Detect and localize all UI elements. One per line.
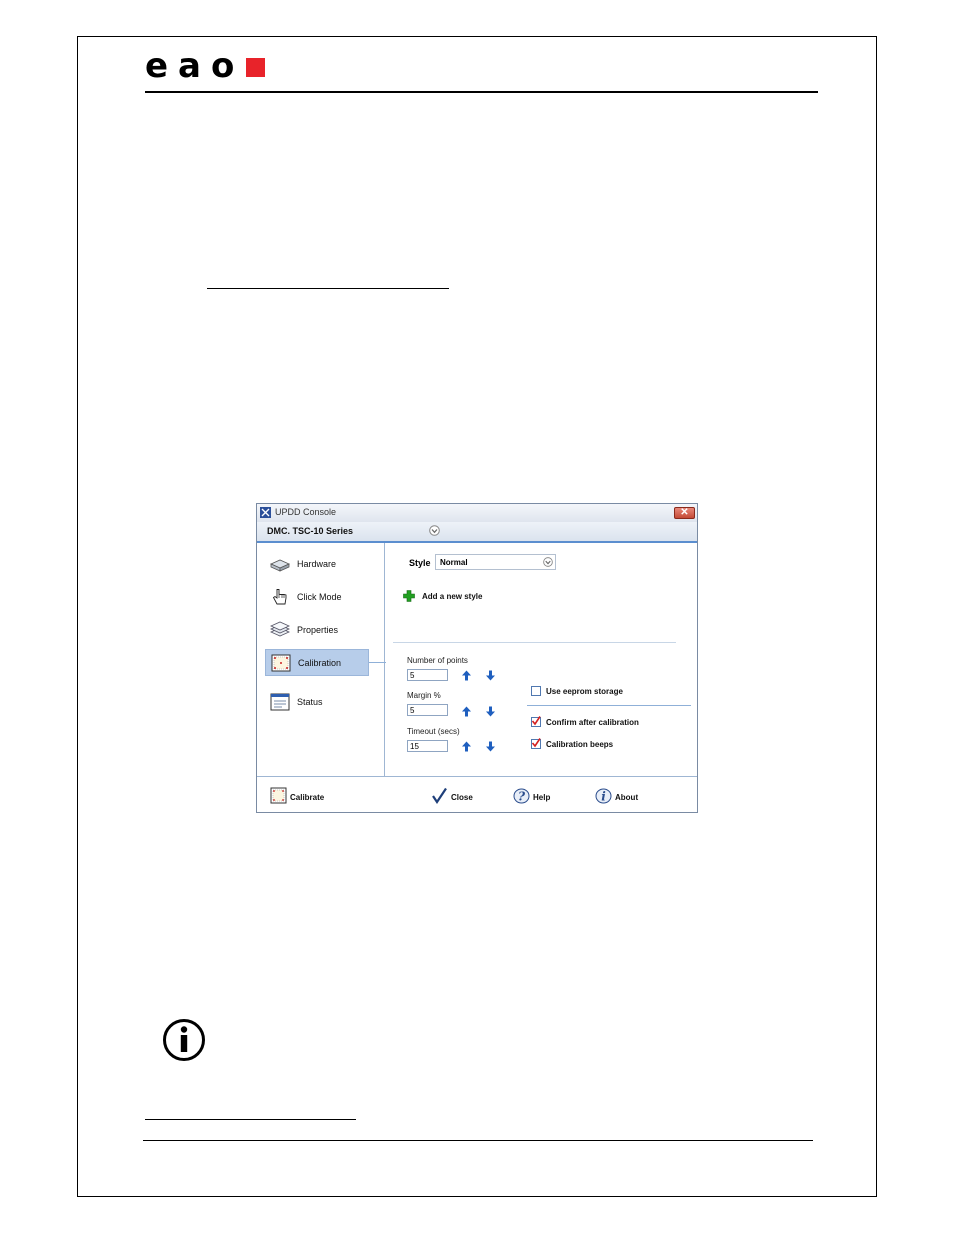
logo-square (246, 57, 266, 77)
nav-item-click-mode[interactable]: Click Mode (265, 584, 369, 611)
footer-divider (257, 776, 697, 777)
eao-logo: eao (145, 46, 266, 86)
device-selector-bar: DMC. TSC-10 Series (257, 522, 697, 543)
arrow-down-icon[interactable] (485, 741, 496, 752)
nav-item-properties[interactable]: Properties (265, 617, 369, 644)
chevron-down-icon[interactable] (543, 557, 553, 567)
nav-item-calibration[interactable]: Calibration (265, 649, 369, 676)
nav-label: Hardware (297, 559, 337, 569)
svg-text:i: i (601, 790, 606, 804)
arrow-up-icon[interactable] (461, 670, 472, 681)
beeps-label: Calibration beeps (546, 740, 614, 749)
confirm-label: Confirm after calibration (546, 718, 639, 727)
checkmark-icon (432, 787, 447, 804)
about-label: About (615, 793, 639, 802)
hardware-icon (270, 559, 290, 572)
svg-text:?: ? (518, 790, 526, 804)
footnote-separator (145, 1119, 356, 1120)
calibrate-label: Calibrate (290, 793, 325, 802)
style-label: Style (409, 558, 431, 568)
timeout-input[interactable] (407, 740, 448, 752)
navigation-pane: Hardware Click Mode Properties Calibrati… (257, 543, 385, 776)
points-input[interactable] (407, 669, 448, 681)
style-select[interactable]: Normal (435, 554, 556, 570)
style-value: Normal (440, 558, 468, 567)
info-icon (163, 1019, 205, 1061)
points-label: Number of points (407, 656, 468, 665)
info-icon: i (595, 788, 612, 804)
footer-rule (143, 1140, 813, 1141)
timeout-label: Timeout (secs) (407, 727, 460, 736)
header-rule (145, 91, 818, 93)
arrow-up-icon[interactable] (461, 706, 472, 717)
calibration-icon (270, 787, 287, 804)
nav-item-status[interactable]: Status (265, 689, 369, 716)
eeprom-label: Use eeprom storage (546, 687, 623, 696)
status-window-icon (270, 693, 290, 711)
checkmark-icon (531, 738, 541, 748)
checkbox-divider (527, 705, 691, 706)
chevron-down-icon[interactable] (429, 525, 440, 536)
checkmark-icon (531, 716, 541, 726)
window-title: UPDD Console (275, 507, 337, 517)
help-icon: ? (513, 788, 530, 804)
margin-input[interactable] (407, 704, 448, 716)
title-bar: UPDD Console ✕ (257, 504, 697, 523)
nav-label: Click Mode (297, 592, 342, 602)
eeprom-checkbox[interactable] (531, 686, 541, 696)
nav-label: Properties (297, 625, 339, 635)
nav-item-hardware[interactable]: Hardware (265, 551, 369, 578)
calibration-icon (271, 654, 291, 672)
nav-connector (369, 662, 386, 663)
beeps-checkbox[interactable] (531, 738, 541, 749)
confirm-checkbox[interactable] (531, 716, 541, 727)
help-label: Help (533, 793, 551, 802)
window-close-button[interactable]: ✕ (674, 507, 695, 519)
layers-icon (270, 621, 290, 637)
plus-icon[interactable] (403, 590, 415, 602)
logo-text: eao (145, 46, 245, 86)
nav-label: Calibration (298, 658, 342, 668)
margin-label: Margin % (407, 691, 441, 700)
updd-console-window: UPDD Console ✕ DMC. TSC-10 Series Hardwa… (256, 503, 698, 813)
device-name[interactable]: DMC. TSC-10 Series (267, 526, 353, 536)
close-label: Close (451, 793, 473, 802)
hand-pointer-icon (272, 589, 287, 605)
arrow-up-icon[interactable] (461, 741, 472, 752)
app-icon (260, 507, 271, 518)
arrow-down-icon[interactable] (485, 706, 496, 717)
heading-underline (207, 288, 449, 289)
section-divider (393, 642, 676, 643)
arrow-down-icon[interactable] (485, 670, 496, 681)
nav-label: Status (297, 697, 323, 707)
add-new-style-link[interactable]: Add a new style (422, 592, 482, 601)
